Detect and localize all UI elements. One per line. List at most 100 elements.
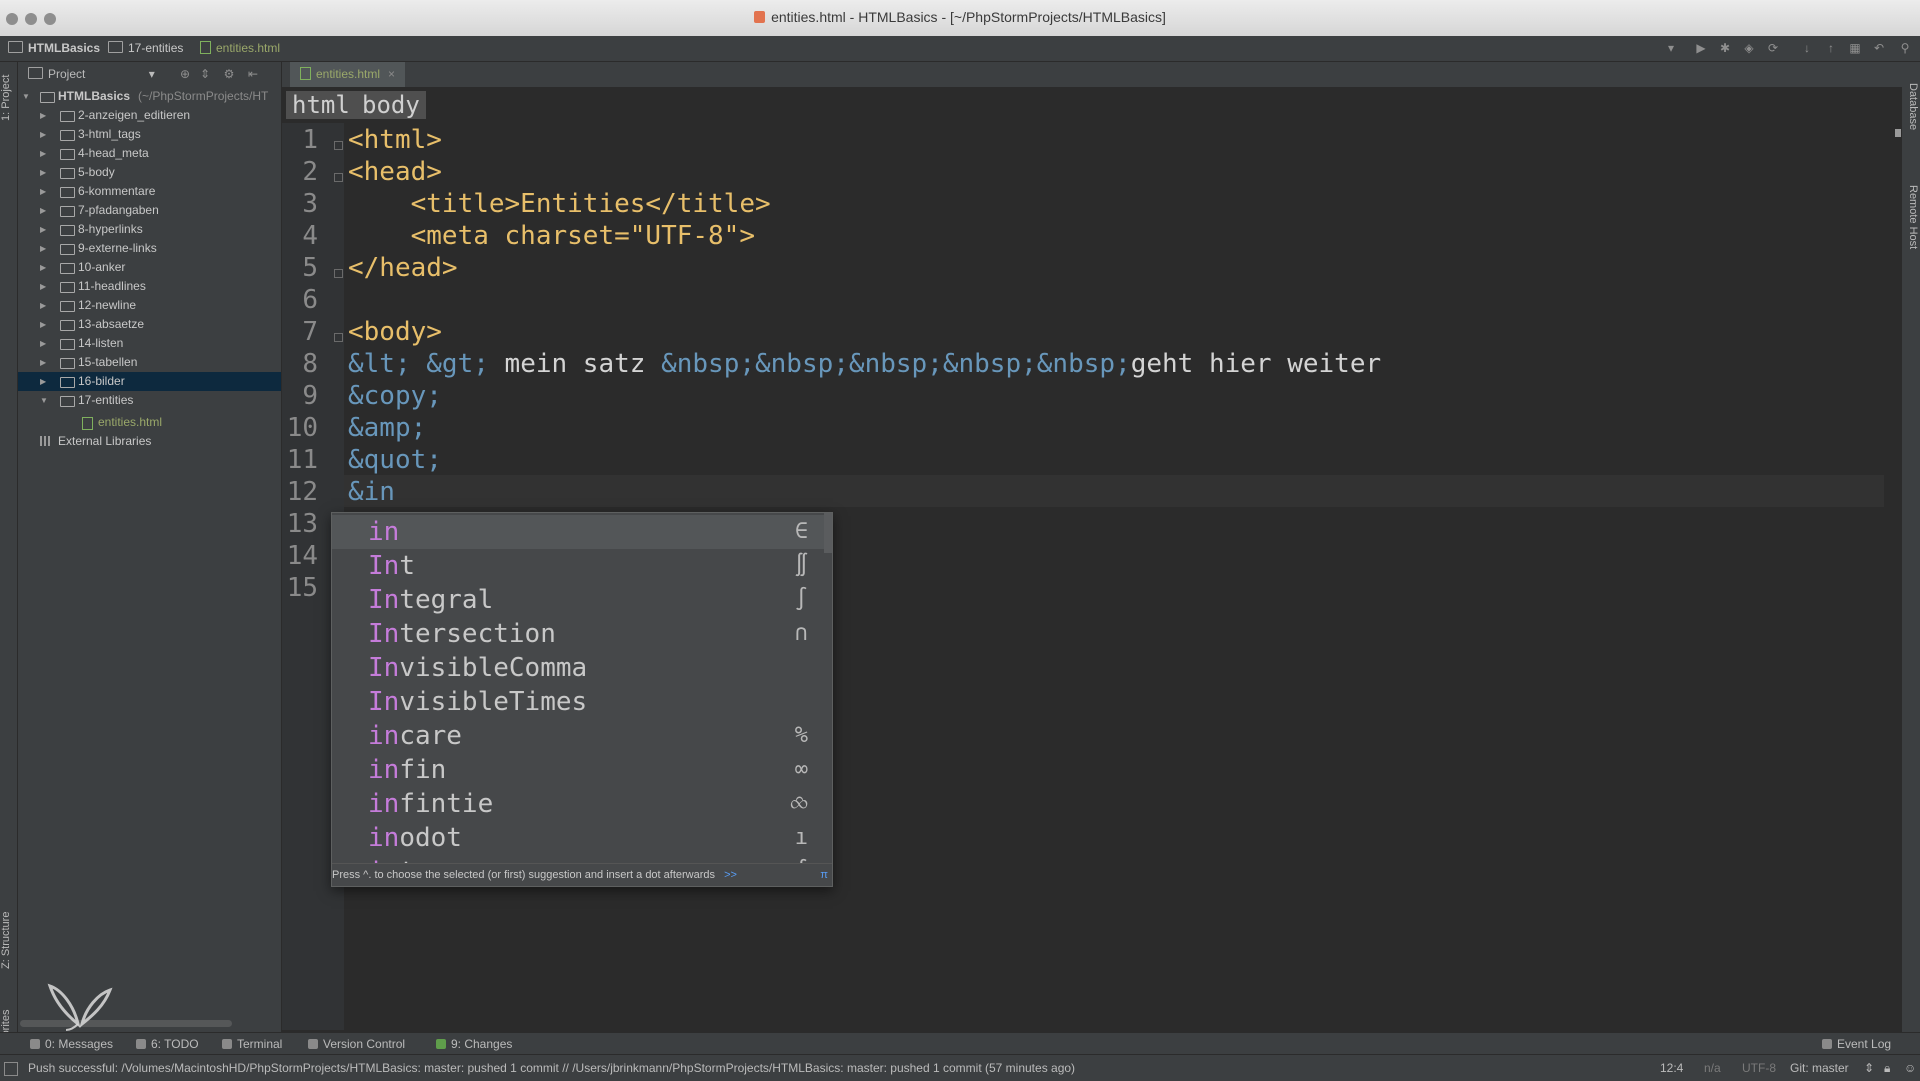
inspection-marker-icon[interactable]	[1895, 129, 1901, 137]
collapse-arrow-icon[interactable]: ▶	[40, 106, 50, 125]
tree-item-folder[interactable]: ▶ 9-externe-links	[18, 239, 281, 258]
expand-arrow-icon[interactable]: ▼	[22, 87, 32, 106]
history-icon[interactable]: ▦	[1848, 41, 1862, 55]
project-view-selector[interactable]: Project ▾	[28, 67, 155, 81]
completion-item[interactable]: Intersection ∩	[332, 617, 824, 651]
inspector-icon[interactable]: ☺	[1904, 1055, 1916, 1081]
todo-tool-button[interactable]: 6: TODO	[136, 1037, 199, 1051]
tree-item-folder[interactable]: ▶ 12-newline	[18, 296, 281, 315]
completion-item[interactable]: inodot ı	[332, 821, 824, 855]
hide-panel-icon[interactable]: ⇤	[246, 67, 260, 81]
nav-crumb-project[interactable]: HTMLBasics	[8, 41, 100, 55]
nav-crumb-file[interactable]: entities.html	[200, 41, 280, 55]
completion-item[interactable]: Int ∬	[332, 549, 824, 583]
scroll-from-source-icon[interactable]: ⊕	[178, 67, 192, 81]
database-tool-tab[interactable]: Database	[1902, 72, 1919, 142]
vcs-commit-icon[interactable]: ↑	[1824, 41, 1838, 55]
collapse-arrow-icon[interactable]: ▶	[40, 334, 50, 353]
collapse-arrow-icon[interactable]: ▶	[40, 220, 50, 239]
changes-tool-button[interactable]: 9: Changes	[436, 1037, 512, 1051]
coverage-icon[interactable]: ◈	[1742, 41, 1756, 55]
version-control-tool-button[interactable]: Version Control	[308, 1037, 405, 1051]
folder-icon	[60, 187, 75, 198]
caret-position[interactable]: 12:4	[1660, 1055, 1683, 1081]
breadcrumb-body[interactable]: body	[356, 91, 426, 119]
tree-item-folder[interactable]: ▶ 8-hyperlinks	[18, 220, 281, 239]
sync-icon[interactable]: ⟳	[1766, 41, 1780, 55]
structure-tool-tab[interactable]: Z: Structure	[0, 898, 17, 982]
toggle-tool-windows-icon[interactable]	[4, 1062, 18, 1076]
status-message[interactable]: Push successful: /Volumes/MacintoshHD/Ph…	[28, 1055, 1318, 1081]
lock-icon[interactable]: 🔒︎	[1884, 1055, 1890, 1081]
search-icon[interactable]: ⚲	[1898, 41, 1912, 55]
folder-icon	[60, 396, 75, 407]
collapse-arrow-icon[interactable]: ▶	[40, 277, 50, 296]
close-tab-icon[interactable]: ×	[388, 67, 395, 81]
fold-marker-icon[interactable]	[334, 269, 343, 278]
tree-item-folder[interactable]: ▶ 13-absaetze	[18, 315, 281, 334]
fold-marker-icon[interactable]	[334, 141, 343, 150]
tree-item-folder[interactable]: ▼ 17-entities	[18, 391, 281, 410]
tree-item-folder[interactable]: ▶ 2-anzeigen_editieren	[18, 106, 281, 125]
project-tool-tab[interactable]: 1: Project	[0, 66, 17, 130]
completion-item[interactable]: InvisibleComma	[332, 651, 824, 685]
tree-item-folder[interactable]: ▶ 14-listen	[18, 334, 281, 353]
completion-more-link[interactable]: >>	[724, 869, 737, 881]
tree-item-folder[interactable]: ▶ 4-head_meta	[18, 144, 281, 163]
editor-vertical-scrollbar[interactable]	[1884, 87, 1902, 1032]
collapse-arrow-icon[interactable]: ▶	[40, 353, 50, 372]
collapse-arrow-icon[interactable]: ▶	[40, 372, 50, 391]
collapse-arrow-icon[interactable]: ▶	[40, 125, 50, 144]
editor-tab-entities[interactable]: entities.html ×	[290, 62, 406, 87]
collapse-arrow-icon[interactable]: ▶	[40, 258, 50, 277]
nav-crumb-folder[interactable]: 17-entities	[108, 41, 183, 55]
collapse-arrow-icon[interactable]: ▶	[40, 144, 50, 163]
remote-host-tool-tab[interactable]: Remote Host	[1902, 172, 1919, 262]
debug-icon[interactable]: ✱	[1718, 41, 1732, 55]
collapse-arrow-icon[interactable]: ▶	[40, 201, 50, 220]
completion-item[interactable]: InvisibleTimes	[332, 685, 824, 719]
fold-marker-icon[interactable]	[334, 333, 343, 342]
collapse-all-icon[interactable]: ⇕	[198, 67, 212, 81]
run-icon[interactable]: ▶	[1694, 41, 1708, 55]
messages-tool-button[interactable]: 0: Messages	[30, 1037, 113, 1051]
fold-marker-icon[interactable]	[334, 173, 343, 182]
tree-item-folder[interactable]: ▶ 6-kommentare	[18, 182, 281, 201]
tree-item-folder[interactable]: ▶ 16-bilder	[18, 372, 281, 391]
expand-arrow-icon[interactable]: ▼	[40, 391, 50, 410]
gear-icon[interactable]: ⚙	[222, 67, 236, 81]
completion-item[interactable]: infintie ⧝	[332, 787, 824, 821]
tree-item-folder[interactable]: ▶ 11-headlines	[18, 277, 281, 296]
collapse-arrow-icon[interactable]: ▶	[40, 182, 50, 201]
line-number: 7	[302, 317, 318, 347]
git-branch-status[interactable]: Git: master	[1790, 1055, 1849, 1081]
collapse-arrow-icon[interactable]: ▶	[40, 239, 50, 258]
breadcrumb-html[interactable]: html	[286, 91, 356, 119]
collapse-arrow-icon[interactable]: ▶	[40, 163, 50, 182]
tree-item-folder[interactable]: ▶ 3-html_tags	[18, 125, 281, 144]
completion-scrollbar[interactable]	[824, 513, 832, 553]
collapse-arrow-icon[interactable]: ▶	[40, 296, 50, 315]
tree-root[interactable]: ▼ HTMLBasics (~/PhpStormProjects/HT	[18, 87, 281, 106]
completion-footer: Press ^. to choose the selected (or firs…	[332, 863, 832, 886]
event-log-button[interactable]: Event Log	[1822, 1037, 1891, 1051]
vcs-update-icon[interactable]: ↓	[1800, 41, 1814, 55]
completion-item[interactable]: Integral ∫	[332, 583, 824, 617]
completion-item[interactable]: in ∈	[332, 515, 824, 549]
line-number: 11	[286, 445, 318, 475]
tree-item-folder[interactable]: ▶ 7-pfadangaben	[18, 201, 281, 220]
code-line-9: &copy;	[348, 381, 442, 411]
branch-dropdown-icon[interactable]: ⇕	[1864, 1055, 1874, 1081]
tree-item-file[interactable]: entities.html	[18, 413, 281, 432]
tree-item-external-libraries[interactable]: External Libraries	[18, 432, 281, 451]
terminal-tool-button[interactable]: Terminal	[222, 1037, 282, 1051]
tree-item-folder[interactable]: ▶ 5-body	[18, 163, 281, 182]
tree-item-folder[interactable]: ▶ 10-anker	[18, 258, 281, 277]
encoding-status[interactable]: UTF-8	[1742, 1055, 1776, 1081]
run-config-dropdown-icon[interactable]: ▾	[1664, 41, 1678, 55]
completion-item[interactable]: incare%	[332, 719, 824, 753]
tree-item-folder[interactable]: ▶ 15-tabellen	[18, 353, 281, 372]
revert-icon[interactable]: ↶	[1872, 41, 1886, 55]
collapse-arrow-icon[interactable]: ▶	[40, 315, 50, 334]
completion-item[interactable]: infin ∞	[332, 753, 824, 787]
